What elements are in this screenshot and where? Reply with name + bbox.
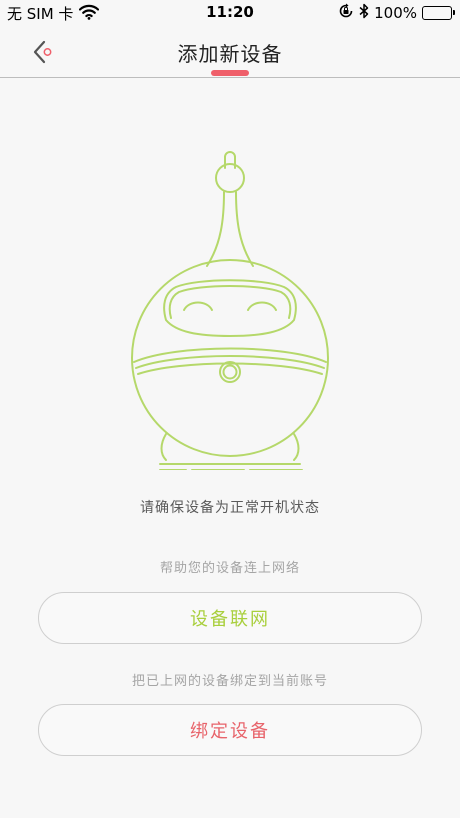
- bind-device-button[interactable]: 绑定设备: [38, 704, 422, 756]
- rotation-lock-icon: [338, 3, 354, 23]
- bind-hint: 把已上网的设备绑定到当前账号: [131, 674, 328, 689]
- battery-icon: [422, 6, 455, 20]
- network-button[interactable]: 设备联网: [38, 592, 422, 644]
- network-hint: 帮助您的设备连上网络: [159, 561, 300, 576]
- bluetooth-icon: [359, 3, 369, 23]
- status-icons: 100%: [338, 3, 455, 23]
- robot-illustration: [131, 151, 329, 470]
- device-status-text: 请确保设备为正常开机状态: [140, 500, 320, 516]
- nav-bar: 添加新设备: [0, 26, 460, 78]
- battery-percent: 100%: [374, 4, 417, 22]
- title-indicator: [211, 70, 249, 76]
- page-title: 添加新设备: [177, 42, 283, 66]
- status-bar: 无 SIM 卡 11:20 100%: [0, 0, 460, 26]
